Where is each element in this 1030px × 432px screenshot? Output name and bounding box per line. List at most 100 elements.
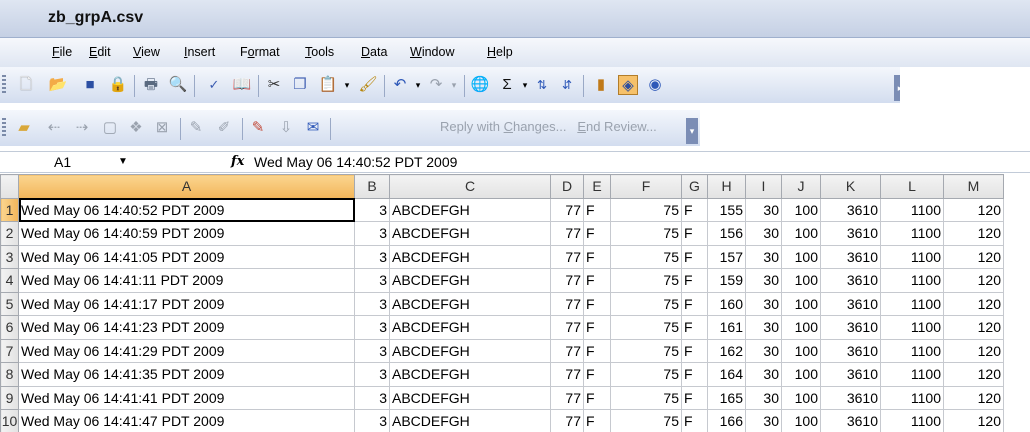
cell-a7[interactable]: Wed May 06 14:41:29 PDT 2009 [18, 338, 355, 363]
menu-window[interactable]: Window [410, 45, 454, 59]
cell-b3[interactable]: 3 [354, 244, 390, 269]
column-header-a[interactable]: A [18, 174, 355, 199]
cell-c5[interactable]: ABCDEFGH [389, 291, 551, 316]
cell-d8[interactable]: 77 [550, 362, 584, 387]
cell-g8[interactable]: F [681, 362, 708, 387]
select-all-corner[interactable] [0, 174, 19, 199]
function-icon[interactable]: fx [231, 154, 244, 169]
cell-l6[interactable]: 1100 [880, 315, 944, 340]
open-icon[interactable]: 📂 [48, 75, 68, 95]
cell-f6[interactable]: 75 [610, 315, 682, 340]
cell-m7[interactable]: 120 [943, 338, 1004, 363]
cell-m2[interactable]: 120 [943, 221, 1004, 246]
cell-m5[interactable]: 120 [943, 291, 1004, 316]
cell-k1[interactable]: 3610 [820, 197, 881, 222]
cell-a1[interactable]: Wed May 06 14:40:52 PDT 2009 [18, 197, 355, 222]
cell-a2[interactable]: Wed May 06 14:40:59 PDT 2009 [18, 221, 355, 246]
cell-i1[interactable]: 30 [745, 197, 782, 222]
row-header[interactable]: 4 [0, 268, 19, 293]
help-icon[interactable]: ◉ [645, 75, 665, 95]
cell-j4[interactable]: 100 [781, 268, 821, 293]
cell-c4[interactable]: ABCDEFGH [389, 268, 551, 293]
cell-j6[interactable]: 100 [781, 315, 821, 340]
cell-b2[interactable]: 3 [354, 221, 390, 246]
cell-i8[interactable]: 30 [745, 362, 782, 387]
cell-i6[interactable]: 30 [745, 315, 782, 340]
cell-l7[interactable]: 1100 [880, 338, 944, 363]
save-icon[interactable]: ■ [80, 75, 100, 95]
cell-d10[interactable]: 77 [550, 409, 584, 432]
cell-l5[interactable]: 1100 [880, 291, 944, 316]
menu-data[interactable]: Data [361, 45, 387, 59]
cell-e10[interactable]: F [583, 409, 611, 432]
cell-h8[interactable]: 164 [707, 362, 746, 387]
cell-j9[interactable]: 100 [781, 385, 821, 410]
cell-e8[interactable]: F [583, 362, 611, 387]
cell-l2[interactable]: 1100 [880, 221, 944, 246]
cell-j1[interactable]: 100 [781, 197, 821, 222]
sort-ascending-icon[interactable]: ⇅ [532, 75, 552, 95]
cell-a4[interactable]: Wed May 06 14:41:11 PDT 2009 [18, 268, 355, 293]
cell-b1[interactable]: 3 [354, 197, 390, 222]
cell-d5[interactable]: 77 [550, 291, 584, 316]
menu-insert[interactable]: Insert [184, 45, 215, 59]
cell-f8[interactable]: 75 [610, 362, 682, 387]
toolbar-options-icon[interactable]: ▾ [686, 118, 698, 144]
toolbar-grip[interactable] [2, 118, 6, 138]
cell-a9[interactable]: Wed May 06 14:41:41 PDT 2009 [18, 385, 355, 410]
cell-b8[interactable]: 3 [354, 362, 390, 387]
menu-help[interactable]: Help [487, 45, 513, 59]
cell-i9[interactable]: 30 [745, 385, 782, 410]
cell-a5[interactable]: Wed May 06 14:41:17 PDT 2009 [18, 291, 355, 316]
permission-icon[interactable]: 🔒 [108, 75, 128, 95]
cell-k6[interactable]: 3610 [820, 315, 881, 340]
row-header[interactable]: 9 [0, 385, 19, 410]
cell-m4[interactable]: 120 [943, 268, 1004, 293]
cell-j7[interactable]: 100 [781, 338, 821, 363]
cell-h6[interactable]: 161 [707, 315, 746, 340]
cell-g1[interactable]: F [681, 197, 708, 222]
chevron-down-icon[interactable]: ▾ [444, 75, 464, 95]
comment-icon[interactable]: ▰ [14, 118, 34, 138]
menu-view[interactable]: View [133, 45, 160, 59]
cell-g7[interactable]: F [681, 338, 708, 363]
column-header-i[interactable]: I [745, 174, 782, 199]
cell-a3[interactable]: Wed May 06 14:41:05 PDT 2009 [18, 244, 355, 269]
cell-d9[interactable]: 77 [550, 385, 584, 410]
cell-m6[interactable]: 120 [943, 315, 1004, 340]
column-header-f[interactable]: F [610, 174, 682, 199]
cell-d1[interactable]: 77 [550, 197, 584, 222]
cut-icon[interactable]: ✂ [264, 75, 284, 95]
cell-h5[interactable]: 160 [707, 291, 746, 316]
new-icon[interactable]: 🗋 [16, 75, 36, 95]
cell-e5[interactable]: F [583, 291, 611, 316]
name-box[interactable]: A1 ▼ [0, 152, 160, 173]
cell-a8[interactable]: Wed May 06 14:41:35 PDT 2009 [18, 362, 355, 387]
cell-c9[interactable]: ABCDEFGH [389, 385, 551, 410]
cell-i4[interactable]: 30 [745, 268, 782, 293]
cell-i2[interactable]: 30 [745, 221, 782, 246]
cell-d4[interactable]: 77 [550, 268, 584, 293]
cell-b10[interactable]: 3 [354, 409, 390, 432]
cell-k8[interactable]: 3610 [820, 362, 881, 387]
cell-k9[interactable]: 3610 [820, 385, 881, 410]
sort-descending-icon[interactable]: ⇵ [557, 75, 577, 95]
chart-wizard-icon[interactable]: ▮ [591, 75, 611, 95]
cell-j2[interactable]: 100 [781, 221, 821, 246]
cell-m9[interactable]: 120 [943, 385, 1004, 410]
copy-icon[interactable]: ❐ [290, 75, 310, 95]
cell-a10[interactable]: Wed May 06 14:41:47 PDT 2009 [18, 409, 355, 432]
menu-tools[interactable]: Tools [305, 45, 334, 59]
cell-l9[interactable]: 1100 [880, 385, 944, 410]
cell-g6[interactable]: F [681, 315, 708, 340]
cell-j5[interactable]: 100 [781, 291, 821, 316]
cell-e9[interactable]: F [583, 385, 611, 410]
cell-l1[interactable]: 1100 [880, 197, 944, 222]
cell-j3[interactable]: 100 [781, 244, 821, 269]
row-header[interactable]: 6 [0, 315, 19, 340]
print-preview-icon[interactable]: 🔍 [168, 75, 188, 95]
cell-f4[interactable]: 75 [610, 268, 682, 293]
cell-d6[interactable]: 77 [550, 315, 584, 340]
column-header-d[interactable]: D [550, 174, 584, 199]
paste-icon[interactable]: 📋 [318, 75, 338, 95]
